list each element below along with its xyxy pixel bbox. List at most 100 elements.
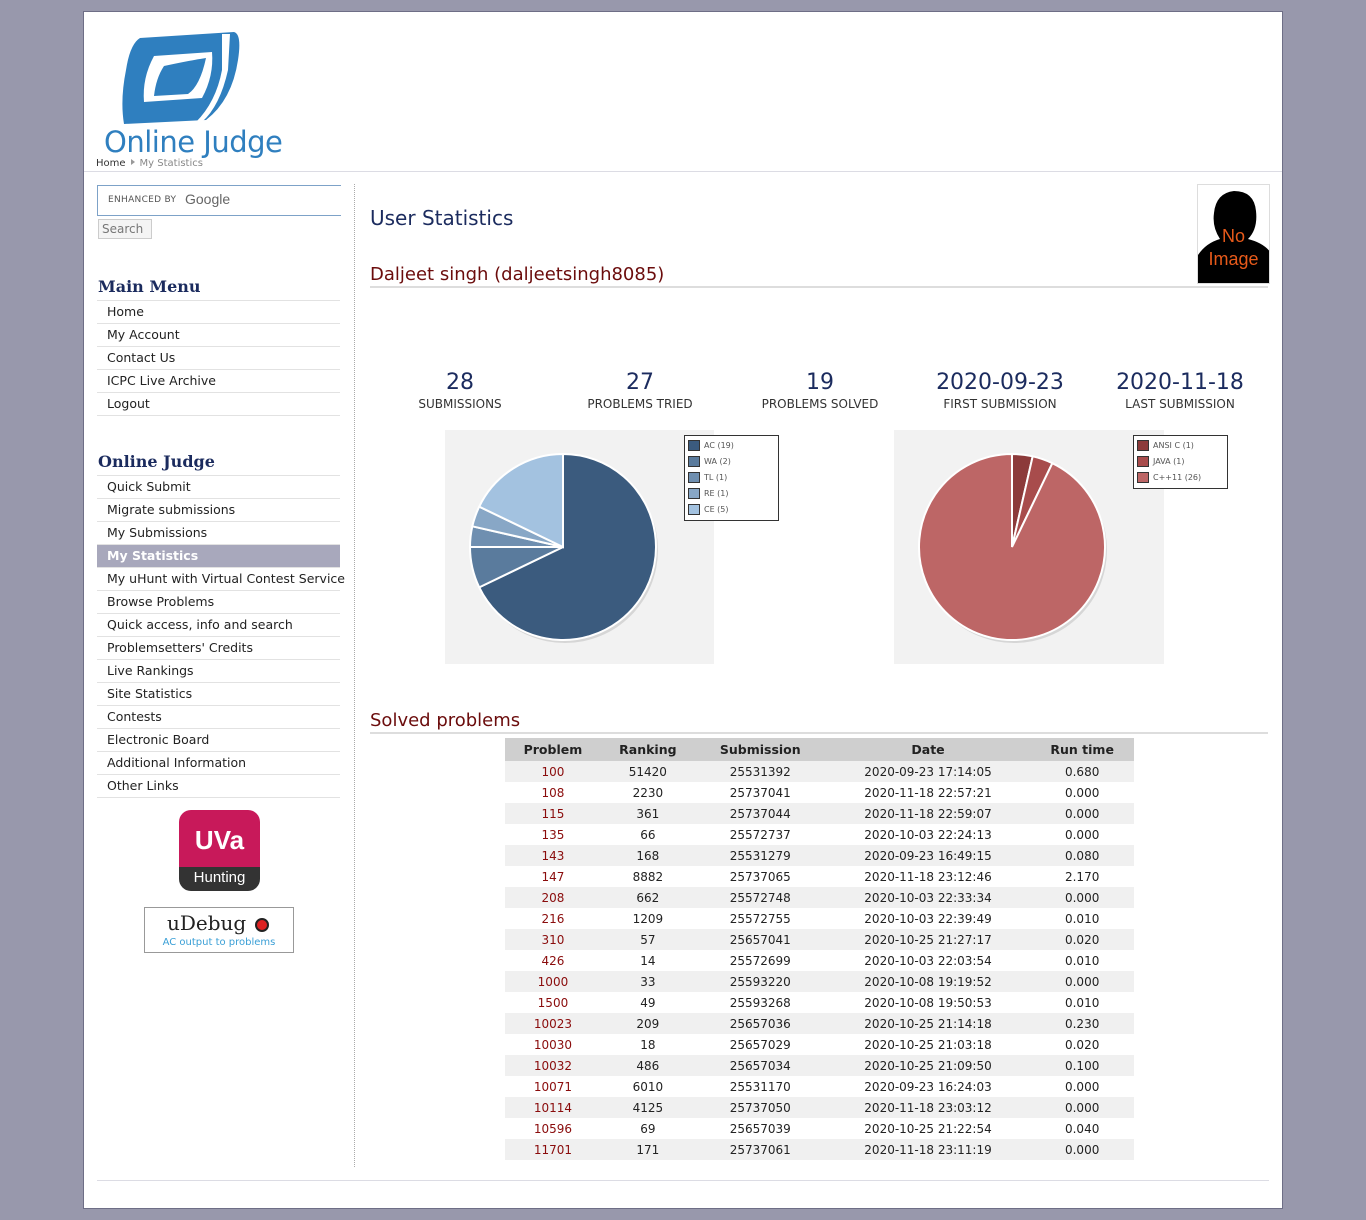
legend-swatch [688, 456, 700, 467]
problem-link[interactable]: 10032 [505, 1055, 601, 1076]
solved-problems-table: Problem Ranking Submission Date Run time… [505, 738, 1134, 1160]
problem-link[interactable]: 143 [505, 845, 601, 866]
menu-item-contact-us[interactable]: Contact Us [97, 347, 340, 370]
runtime-cell: 0.080 [1030, 845, 1134, 866]
stat-label: FIRST SUBMISSION [943, 397, 1057, 411]
menu-item-my-statistics[interactable]: My Statistics [97, 545, 340, 568]
legend-label: C++11 (26) [1153, 473, 1202, 482]
problem-link[interactable]: 11701 [505, 1139, 601, 1160]
menu-item-my-submissions[interactable]: My Submissions [97, 522, 340, 545]
menu-item-contests[interactable]: Contests [97, 706, 340, 729]
logo-text: Online Judge [104, 125, 283, 159]
menu-item-additional-information[interactable]: Additional Information [97, 752, 340, 775]
menu-item-electronic-board[interactable]: Electronic Board [97, 729, 340, 752]
udebug-badge[interactable]: uDebug AC output to problems [144, 907, 294, 953]
search-button[interactable]: Search [98, 219, 152, 239]
verdict-legend: AC (19) WA (2) TL (1) RE (1) CE (5) [684, 435, 779, 521]
ranking-cell: 1209 [600, 908, 695, 929]
date-cell: 2020-09-23 16:24:03 [825, 1076, 1031, 1097]
menu-item-other-links[interactable]: Other Links [97, 775, 340, 798]
menu-item-migrate-submissions[interactable]: Migrate submissions [97, 499, 340, 522]
legend-swatch [688, 440, 700, 451]
problem-link[interactable]: 1500 [505, 992, 601, 1013]
table-row: 135 66 25572737 2020-10-03 22:24:13 0.000 [505, 824, 1134, 845]
breadcrumb-current: My Statistics [139, 158, 203, 169]
problem-link[interactable]: 10114 [505, 1097, 601, 1118]
table-row: 10030 18 25657029 2020-10-25 21:03:18 0.020 [505, 1034, 1134, 1055]
main-menu: Home My Account Contact Us ICPC Live Arc… [97, 300, 340, 416]
submission-cell: 25737050 [694, 1097, 826, 1118]
submission-cell: 25531392 [694, 761, 826, 782]
table-row: 10596 69 25657039 2020-10-25 21:22:54 0.040 [505, 1118, 1134, 1139]
problem-link[interactable]: 310 [505, 929, 601, 950]
problem-link[interactable]: 208 [505, 887, 601, 908]
legend-label: ANSI C (1) [1153, 441, 1194, 450]
table-row: 147 8882 25737065 2020-11-18 23:12:46 2.170 [505, 866, 1134, 887]
problem-link[interactable]: 426 [505, 950, 601, 971]
date-cell: 2020-10-03 22:03:54 [825, 950, 1031, 971]
submission-cell: 25657029 [694, 1034, 826, 1055]
menu-item-icpc-live-archive[interactable]: ICPC Live Archive [97, 370, 340, 393]
legend-item: RE (1) [685, 486, 778, 502]
legend-swatch [688, 472, 700, 483]
stat-value: 27 [626, 370, 654, 395]
legend-label: AC (19) [704, 441, 734, 450]
date-cell: 2020-10-25 21:27:17 [825, 929, 1031, 950]
date-cell: 2020-10-03 22:39:49 [825, 908, 1031, 929]
legend-swatch [1137, 440, 1149, 451]
solved-problems-title: Solved problems [370, 710, 521, 731]
problem-link[interactable]: 10030 [505, 1034, 601, 1055]
ranking-cell: 209 [600, 1013, 695, 1034]
menu-item-uhunt[interactable]: My uHunt with Virtual Contest Service [97, 568, 345, 591]
table-row: 10032 486 25657034 2020-10-25 21:09:50 0.100 [505, 1055, 1134, 1076]
runtime-cell: 0.000 [1030, 971, 1134, 992]
problem-link[interactable]: 10596 [505, 1118, 601, 1139]
col-ranking: Ranking [600, 738, 695, 761]
legend-label: WA (2) [704, 457, 731, 466]
search-input[interactable]: ENHANCED BY Google [97, 185, 341, 216]
runtime-cell: 0.000 [1030, 1076, 1134, 1097]
legend-swatch [688, 488, 700, 499]
menu-item-browse-problems[interactable]: Browse Problems [97, 591, 340, 614]
date-cell: 2020-11-18 22:57:21 [825, 782, 1031, 803]
language-pie-chart [918, 452, 1107, 643]
uva-badge-top: UVa [179, 810, 260, 867]
menu-item-quick-submit[interactable]: Quick Submit [97, 476, 340, 499]
problem-link[interactable]: 135 [505, 824, 601, 845]
menu-item-logout[interactable]: Logout [97, 393, 340, 416]
menu-item-my-account[interactable]: My Account [97, 324, 340, 347]
problem-link[interactable]: 115 [505, 803, 601, 824]
legend-swatch [688, 504, 700, 515]
problem-link[interactable]: 108 [505, 782, 601, 803]
table-row: 108 2230 25737041 2020-11-18 22:57:21 0.000 [505, 782, 1134, 803]
problem-link[interactable]: 10023 [505, 1013, 601, 1034]
col-date: Date [825, 738, 1031, 761]
date-cell: 2020-11-18 23:11:19 [825, 1139, 1031, 1160]
runtime-cell: 0.680 [1030, 761, 1134, 782]
menu-item-live-rankings[interactable]: Live Rankings [97, 660, 340, 683]
problem-link[interactable]: 10071 [505, 1076, 601, 1097]
menu-item-home[interactable]: Home [97, 301, 340, 324]
table-header-row: Problem Ranking Submission Date Run time [505, 738, 1134, 761]
menu-item-quick-access[interactable]: Quick access, info and search [97, 614, 340, 637]
date-cell: 2020-10-03 22:33:34 [825, 887, 1031, 908]
problem-link[interactable]: 216 [505, 908, 601, 929]
menu-item-problemsetters-credits[interactable]: Problemsetters' Credits [97, 637, 340, 660]
problem-link[interactable]: 100 [505, 761, 601, 782]
verdict-pie-chart [468, 452, 658, 643]
problem-link[interactable]: 1000 [505, 971, 601, 992]
uva-hunting-badge[interactable]: UVa Hunting [179, 810, 260, 891]
date-cell: 2020-10-08 19:50:53 [825, 992, 1031, 1013]
sidebar-divider [354, 184, 355, 1167]
runtime-cell: 0.020 [1030, 1034, 1134, 1055]
ranking-cell: 2230 [600, 782, 695, 803]
online-judge-menu-title: Online Judge [98, 452, 215, 471]
stat-submissions: 28 SUBMISSIONS [380, 370, 540, 411]
table-row: 10071 6010 25531170 2020-09-23 16:24:03 0.00… [505, 1076, 1134, 1097]
breadcrumb-home[interactable]: Home [96, 158, 126, 169]
runtime-cell: 0.010 [1030, 992, 1134, 1013]
legend-label: RE (1) [704, 489, 729, 498]
menu-item-site-statistics[interactable]: Site Statistics [97, 683, 340, 706]
problem-link[interactable]: 147 [505, 866, 601, 887]
legend-label: JAVA (1) [1153, 457, 1185, 466]
